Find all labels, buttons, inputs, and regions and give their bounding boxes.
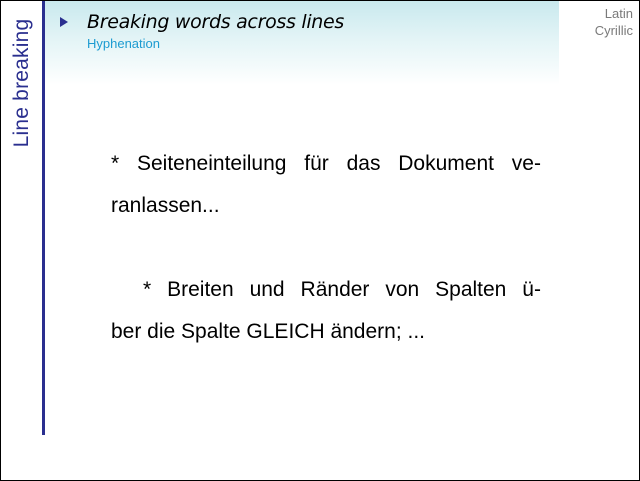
word: ü- — [522, 278, 541, 301]
word: das — [346, 152, 381, 175]
word: für — [304, 152, 329, 175]
paragraph-1: * Seiteneinteilung für das Dokument ve- … — [111, 143, 541, 227]
word: * — [143, 278, 152, 301]
paragraph-2: * Breiten und Ränder von Spalten ü- ber … — [111, 269, 541, 353]
paragraph-1-line-2: ranlassen... — [111, 194, 220, 217]
word: Ränder — [300, 278, 370, 301]
slide-subtitle: Hyphenation — [87, 36, 160, 51]
script-label-latin: Latin — [604, 6, 633, 21]
play-triangle-icon — [60, 17, 68, 27]
paragraph-1-line-1: * Seiteneinteilung für das Dokument ve- — [111, 143, 541, 185]
script-labels: Latin Cyrillic — [595, 5, 633, 39]
word: * — [111, 152, 120, 175]
word: von — [385, 278, 420, 301]
slide: Line breaking Breaking words across line… — [0, 0, 640, 481]
script-label-cyrillic: Cyrillic — [594, 23, 633, 38]
slide-body: * Seiteneinteilung für das Dokument ve- … — [111, 143, 541, 353]
word: und — [249, 278, 285, 301]
word: ve- — [511, 152, 541, 175]
word: Dokument — [398, 152, 494, 175]
side-section-title: Line breaking — [7, 5, 37, 161]
word: Spalten — [435, 278, 507, 301]
word: Seiteneinteilung — [137, 152, 287, 175]
paragraph-2-line-1: * Breiten und Ränder von Spalten ü- — [111, 269, 541, 311]
title-row: Breaking words across lines — [59, 9, 344, 35]
word: Breiten — [167, 278, 234, 301]
side-section-title-text: Line breaking — [10, 18, 33, 148]
vertical-divider — [42, 1, 45, 435]
slide-title: Breaking words across lines — [87, 11, 345, 33]
paragraph-2-line-2: ber die Spalte GLEICH ändern; ... — [111, 320, 426, 343]
